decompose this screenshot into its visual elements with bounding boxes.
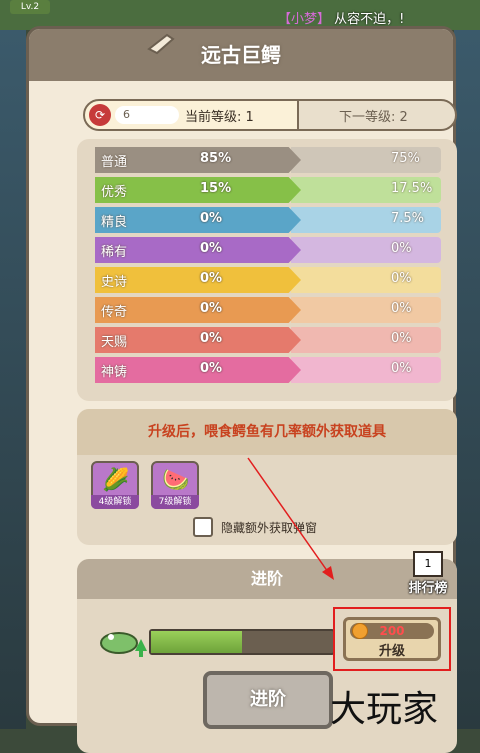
leaderboard-label: 排行榜 [408, 581, 448, 596]
rarity-current-cell: 史诗 0% [95, 267, 301, 293]
rarity-next-value: 17.5% [391, 181, 433, 196]
rarity-row: 0% 稀有 0% [95, 237, 441, 263]
rarity-next-cell: 0% [291, 297, 441, 323]
rarity-next-value: 7.5% [391, 211, 425, 226]
advance-progress-fill [151, 631, 242, 653]
rarity-name: 精良 [101, 215, 128, 230]
rarity-current-cell: 优秀 15% [95, 177, 301, 203]
rarity-current-value: 0% [200, 331, 223, 346]
rarity-row: 0% 传奇 0% [95, 297, 441, 323]
rarity-current-cell: 普通 85% [95, 147, 301, 173]
leaderboard-button[interactable]: 1 排行榜 [399, 551, 457, 609]
item-unlock-badge: 4级解锁 [91, 495, 139, 509]
chat-user: 【小梦】 [278, 12, 331, 27]
rarity-row: 17.5% 优秀 15% [95, 177, 441, 203]
chat-message: 从容不迫，! [334, 12, 405, 27]
rarity-next-cell: 7.5% [291, 207, 441, 233]
background-left [0, 30, 26, 729]
level-row: ⟳ 6 当前等级: 1 下一等级: 2 [83, 99, 457, 131]
rarity-next-cell: 17.5% [291, 177, 441, 203]
advance-progress-bar [149, 629, 335, 655]
rarity-current-cell: 神铸 0% [95, 357, 301, 383]
watermelon-icon: 🍉 [162, 468, 190, 493]
bonus-item-corn[interactable]: 🌽 4级解锁 [91, 461, 139, 509]
rarity-row: 0% 天赐 0% [95, 327, 441, 353]
highlight-box [333, 607, 451, 671]
upgrade-panel: 远古巨鳄 ⟳ 6 当前等级: 1 下一等级: 2 75% 普通 85% 17.5% 优秀… [26, 26, 457, 753]
crocodile-upgrade-icon [100, 632, 147, 657]
rarity-table: 75% 普通 85% 17.5% 优秀 15% 7.5% 精良 0% 0% 稀有 0% 0% 史诗 0% 0%… [77, 139, 457, 401]
rarity-current-cell: 精良 0% [95, 207, 301, 233]
current-level-box: ⟳ 6 当前等级: 1 [83, 99, 301, 131]
rarity-next-value: 75% [391, 151, 420, 166]
level-icon: ⟳ [89, 104, 111, 126]
rarity-row: 7.5% 精良 0% [95, 207, 441, 233]
advance-button[interactable]: 进阶 [203, 671, 333, 729]
rarity-next-cell: 0% [291, 267, 441, 293]
rarity-current-value: 0% [200, 271, 223, 286]
rarity-next-cell: 0% [291, 327, 441, 353]
level-value-pill: 6 [115, 106, 179, 124]
rarity-current-cell: 稀有 0% [95, 237, 301, 263]
player-level-badge: Lv.2 [10, 0, 50, 14]
rarity-name: 普通 [101, 155, 128, 170]
rarity-name: 天赐 [101, 335, 128, 350]
rarity-current-value: 85% [200, 151, 232, 166]
rarity-row: 75% 普通 85% [95, 147, 441, 173]
bonus-item-watermelon[interactable]: 🍉 7级解锁 [151, 461, 199, 509]
rarity-name: 史诗 [101, 275, 128, 290]
watermark: 大玩家 [330, 689, 439, 730]
bonus-section: 升级后，喂食鳄鱼有几率额外获取道具 🌽 4级解锁 🍉 7级解锁 隐藏额外获取弹窗 [77, 409, 457, 545]
next-level-box: 下一等级: 2 [297, 99, 457, 131]
background-right [454, 30, 480, 729]
rarity-current-value: 0% [200, 301, 223, 316]
rarity-current-value: 0% [200, 361, 223, 376]
panel-title: 远古巨鳄 [201, 43, 281, 67]
leaderboard-icon: 1 [413, 551, 443, 577]
chat-ticker: 【小梦】 从容不迫，! [278, 8, 404, 27]
rarity-row: 0% 史诗 0% [95, 267, 441, 293]
rarity-name: 优秀 [101, 185, 128, 200]
rarity-next-value: 0% [391, 301, 412, 316]
rarity-name: 神铸 [101, 365, 128, 380]
rarity-next-cell: 0% [291, 237, 441, 263]
rarity-next-value: 0% [391, 361, 412, 376]
rarity-current-cell: 天赐 0% [95, 327, 301, 353]
corn-icon: 🌽 [102, 468, 130, 493]
item-unlock-badge: 7级解锁 [151, 495, 199, 509]
bonus-header: 升级后，喂食鳄鱼有几率额外获取道具 [77, 409, 457, 455]
next-level-label: 下一等级: 2 [339, 110, 408, 125]
rarity-current-value: 0% [200, 241, 223, 256]
rarity-current-value: 15% [200, 181, 232, 196]
hide-popup-checkbox[interactable] [193, 517, 213, 537]
rarity-current-value: 0% [200, 211, 223, 226]
rarity-next-value: 0% [391, 331, 412, 346]
rarity-current-cell: 传奇 0% [95, 297, 301, 323]
rarity-name: 稀有 [101, 245, 128, 260]
current-level-label: 当前等级: 1 [185, 110, 254, 125]
rarity-name: 传奇 [101, 305, 128, 320]
rarity-next-value: 0% [391, 241, 412, 256]
rarity-next-cell: 75% [291, 147, 441, 173]
hide-popup-label: 隐藏额外获取弹窗 [221, 521, 318, 535]
rarity-next-value: 0% [391, 271, 412, 286]
rarity-row: 0% 神铸 0% [95, 357, 441, 383]
rarity-next-cell: 0% [291, 357, 441, 383]
